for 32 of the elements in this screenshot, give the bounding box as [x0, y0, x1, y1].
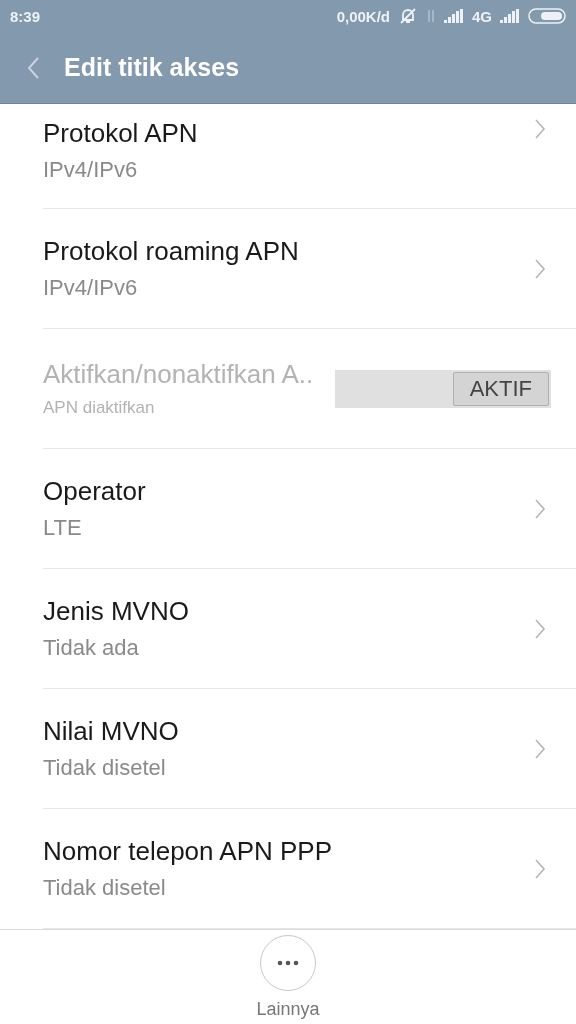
signal-icon [500, 9, 520, 23]
chevron-right-icon[interactable] [534, 617, 546, 640]
network-type: 4G [472, 7, 492, 25]
setting-value: Tidak disetel [43, 875, 167, 901]
chevron-right-icon[interactable] [534, 497, 546, 520]
screen-title: Edit titik akses [64, 53, 240, 82]
setting-title: Jenis MVNO [43, 596, 189, 627]
chevron-right-icon[interactable] [534, 857, 546, 880]
status-time: 8:39 [10, 7, 41, 25]
more-icon [277, 959, 299, 966]
setting-title: Nomor telepon APN PPP [43, 836, 333, 867]
setting-value: Tidak disetel [43, 755, 167, 781]
chevron-right-icon[interactable] [534, 118, 546, 140]
setting-value: IPv4/IPv6 [43, 275, 139, 301]
setting-value: IPv4/IPv6 [43, 157, 139, 183]
chevron-right-icon[interactable] [534, 737, 546, 760]
setting-value: LTE [43, 515, 83, 541]
toggle-thumb: AKTIF [452, 371, 549, 406]
battery-icon [528, 8, 566, 24]
signal-icon [444, 9, 464, 23]
setting-title: Operator [43, 476, 146, 507]
setting-title: Nilai MVNO [43, 716, 179, 747]
network-speed: 0,00K/d [336, 7, 390, 25]
muted-bell-icon [398, 7, 418, 25]
more-label[interactable]: Lainnya [256, 998, 320, 1020]
setting-title: Protokol roaming APN [43, 236, 299, 267]
setting-title: Aktifkan/nonaktifkan A.. [43, 359, 314, 390]
setting-value: APN diaktifkan [43, 398, 156, 418]
setting-title: Protokol APN [43, 118, 198, 149]
chevron-right-icon[interactable] [534, 257, 546, 280]
back-icon[interactable] [26, 55, 40, 80]
setting-value: Tidak ada [43, 635, 140, 661]
